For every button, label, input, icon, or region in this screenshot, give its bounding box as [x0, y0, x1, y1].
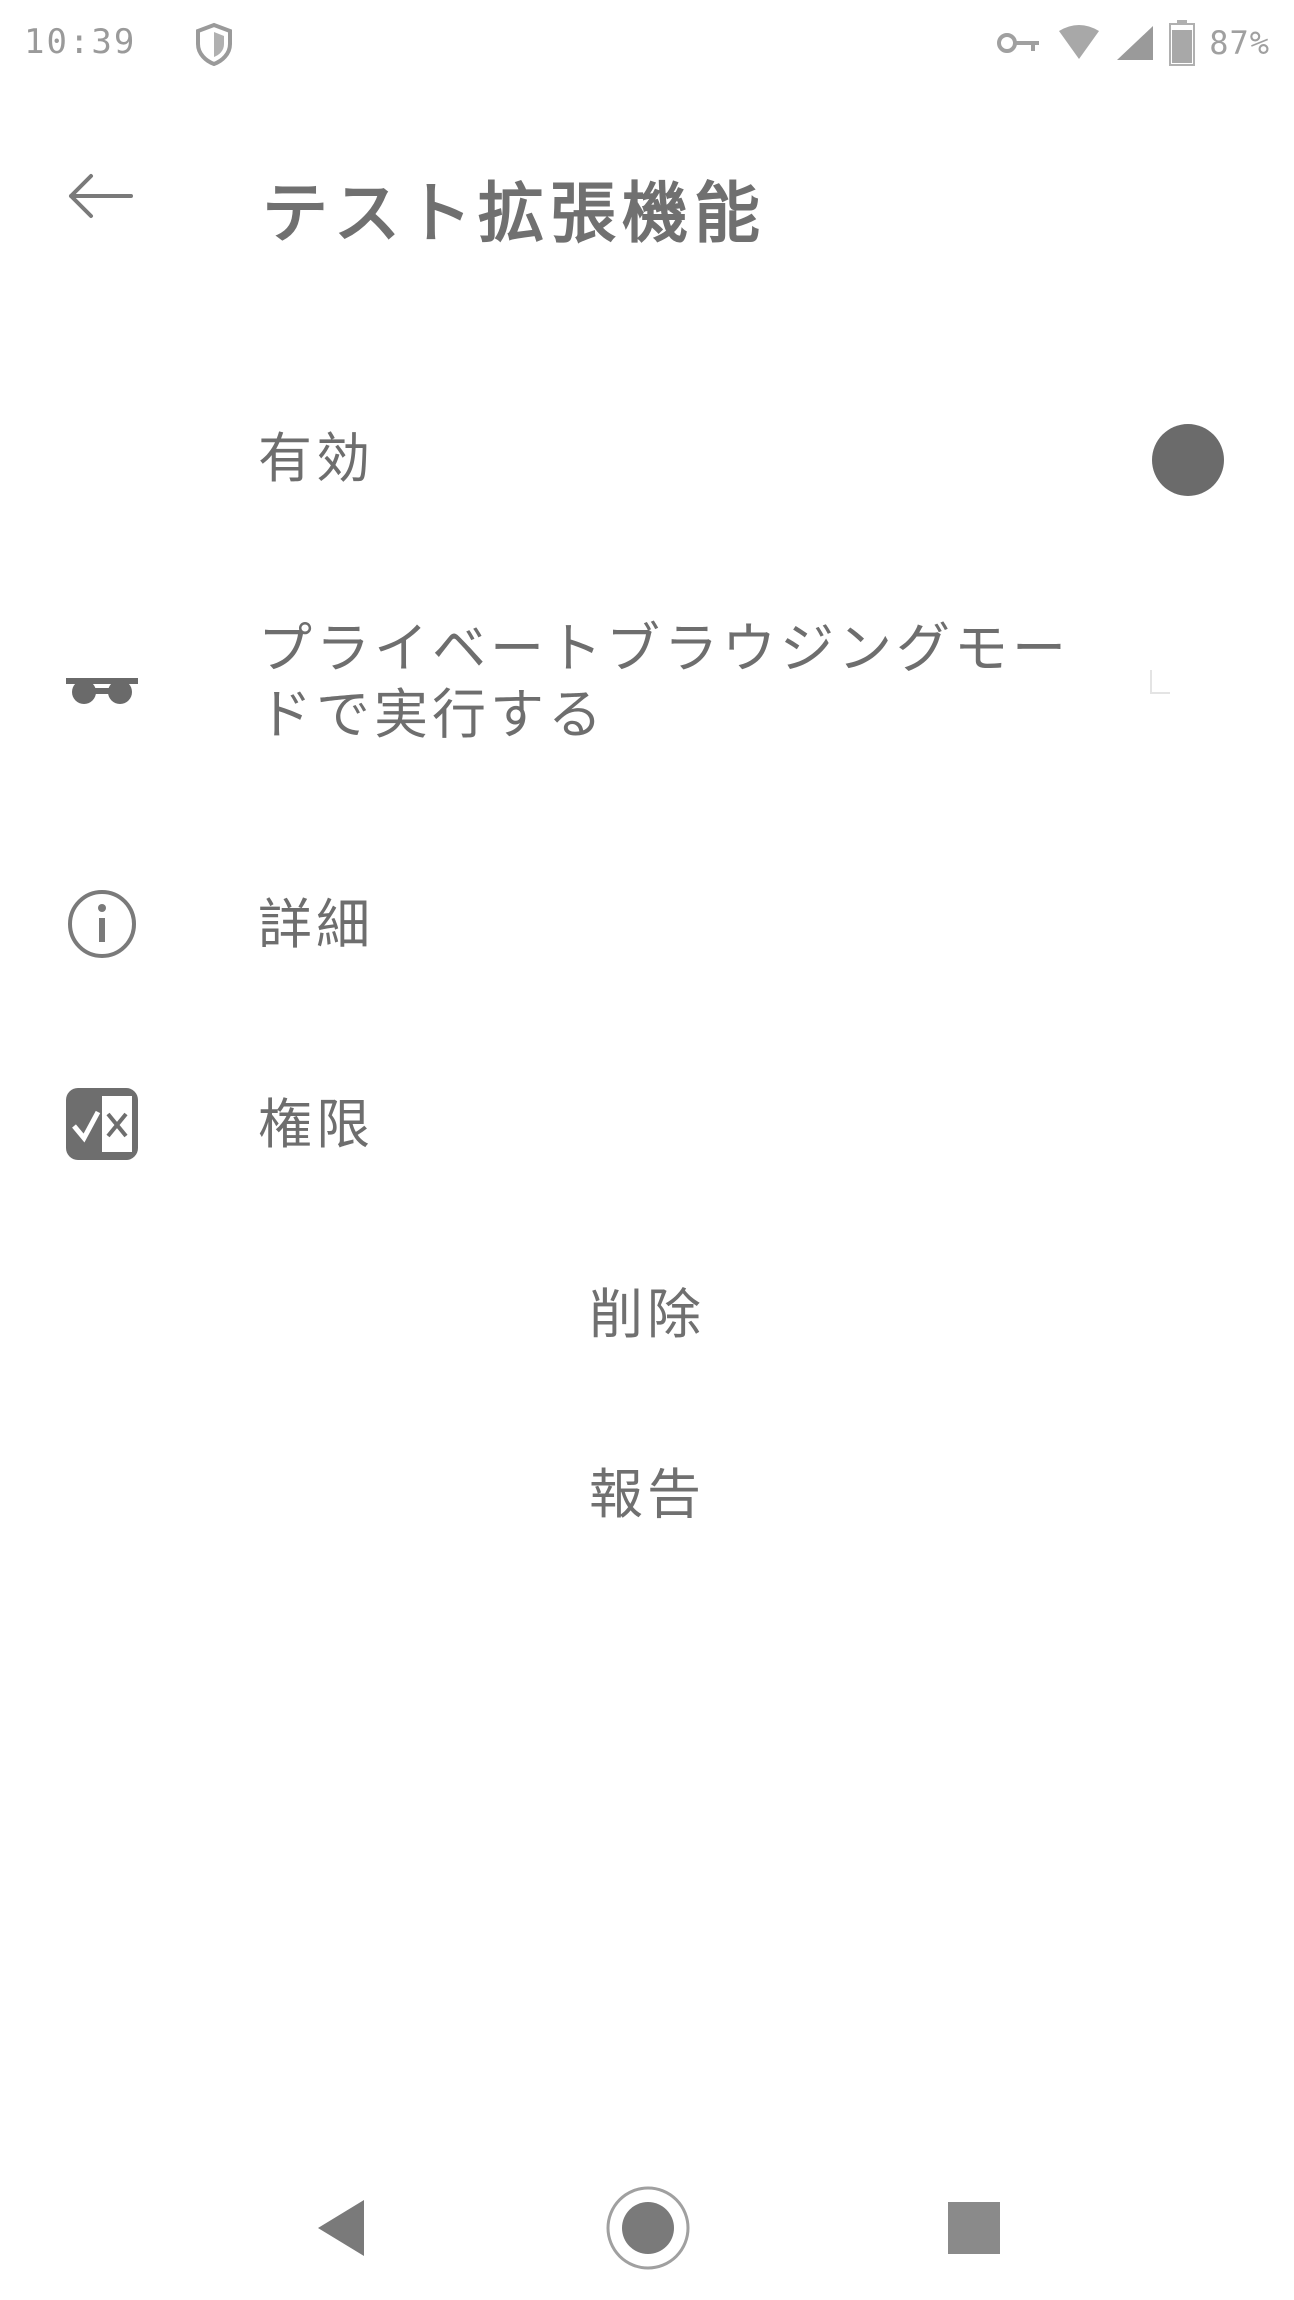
nav-recents-button[interactable]: [924, 2180, 1024, 2280]
nav-back-button[interactable]: [290, 2180, 390, 2280]
status-time: 10:39: [24, 22, 137, 62]
private-browsing-label: プライベートブラウジングモードで実行する: [258, 617, 1070, 746]
enabled-label: 有効: [258, 427, 374, 490]
private-browsing-checkbox[interactable]: [1150, 670, 1170, 694]
nav-home-button[interactable]: [598, 2180, 698, 2280]
navigation-bar: [0, 2150, 1294, 2300]
shield-icon: [192, 22, 236, 67]
arrow-left-icon: [65, 171, 135, 225]
nav-recents-icon: [946, 2200, 1002, 2260]
app-bar: テスト拡張機能: [0, 130, 1294, 260]
private-browsing-row[interactable]: プライベートブラウジングモードで実行する: [0, 610, 1294, 760]
nav-back-icon: [312, 2196, 368, 2264]
incognito-mask-icon: [62, 646, 142, 726]
details-label: 詳細: [258, 893, 374, 956]
permissions-icon: [62, 1084, 142, 1164]
enabled-row[interactable]: 有効: [0, 400, 1294, 520]
key-icon: [997, 28, 1043, 58]
info-icon: [62, 884, 142, 964]
page-title: テスト拡張機能: [262, 175, 766, 252]
report-button[interactable]: 報告: [0, 1450, 1294, 1529]
enabled-toggle[interactable]: [1152, 424, 1224, 496]
permissions-label: 権限: [258, 1093, 374, 1156]
back-button[interactable]: [60, 158, 140, 238]
wifi-icon: [1057, 25, 1101, 61]
remove-button[interactable]: 削除: [0, 1270, 1294, 1349]
battery-icon: [1169, 20, 1196, 66]
permissions-row[interactable]: 権限: [0, 1070, 1294, 1180]
signal-icon: [1115, 24, 1155, 62]
nav-home-icon: [603, 2183, 693, 2277]
status-icons: 87%: [997, 18, 1270, 68]
status-bar: 10:39 87%: [0, 0, 1294, 90]
details-row[interactable]: 詳細: [0, 870, 1294, 980]
battery-percent: 87%: [1209, 24, 1270, 62]
